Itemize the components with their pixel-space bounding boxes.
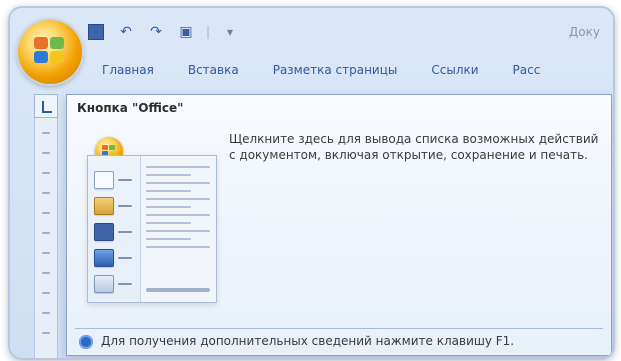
tooltip-footer-text: Для получения дополнительных сведений на… — [101, 334, 515, 348]
preview-line — [146, 182, 210, 184]
preview-line — [146, 230, 210, 232]
preview-line — [146, 222, 191, 224]
preview-line — [146, 206, 191, 208]
preview-item-label — [118, 179, 132, 181]
ruler-tick — [42, 172, 50, 174]
tab-references[interactable]: Ссылки — [431, 63, 478, 77]
preview-item-save-as — [94, 248, 134, 268]
preview-line — [146, 166, 210, 168]
new-icon — [94, 171, 114, 189]
tooltip-divider — [75, 328, 603, 329]
ruler-tick — [42, 192, 50, 194]
save-icon — [94, 223, 114, 241]
preview-line — [146, 190, 191, 192]
office-logo-icon — [34, 37, 66, 67]
preview-line — [146, 214, 210, 216]
ruler-tick — [42, 132, 50, 134]
tab-insert[interactable]: Вставка — [188, 63, 239, 77]
preview-menu-right-column — [146, 166, 210, 254]
ruler-tick — [42, 312, 50, 314]
ribbon-tabs: Главная Вставка Разметка страницы Ссылки… — [102, 58, 613, 82]
preview-line — [146, 174, 191, 176]
preview-menu — [87, 155, 217, 303]
preview-item-label — [118, 257, 132, 259]
open-icon — [94, 197, 114, 215]
tooltip-body: Щелкните здесь для вывода списка возможн… — [229, 132, 599, 162]
ruler-tick — [42, 252, 50, 254]
save-icon[interactable] — [86, 23, 106, 41]
preview-item-label — [118, 205, 132, 207]
tab-mailings[interactable]: Расс — [513, 63, 541, 77]
preview-line — [146, 198, 210, 200]
redo-icon[interactable]: ↷ — [146, 23, 166, 41]
quick-print-icon[interactable]: ▣ — [176, 23, 196, 41]
help-icon — [79, 335, 93, 349]
ruler-tick — [42, 212, 50, 214]
preview-line — [146, 246, 210, 248]
print-icon — [94, 275, 114, 293]
vertical-ruler[interactable] — [34, 118, 58, 358]
preview-item-new — [94, 170, 134, 190]
preview-item-save — [94, 222, 134, 242]
save-as-icon — [94, 249, 114, 267]
tab-home[interactable]: Главная — [102, 63, 154, 77]
preview-line — [146, 238, 191, 240]
ruler-tick — [42, 332, 50, 334]
preview-item-print — [94, 274, 134, 294]
preview-bottom-bar — [146, 288, 210, 292]
office-button-tooltip: Кнопка "Office" Щелкните здесь для вывод… — [66, 94, 612, 356]
ruler-tick — [42, 272, 50, 274]
tooltip-title: Кнопка "Office" — [77, 101, 184, 115]
quick-access-toolbar: ↶ ↷ ▣ | ▾ Доку — [86, 18, 606, 46]
preview-menu-left-column — [88, 156, 141, 302]
word-window: ↶ ↷ ▣ | ▾ Доку Главная Вставка Разметка … — [8, 6, 615, 360]
ruler-corner-icon — [42, 101, 52, 113]
office-button[interactable] — [18, 20, 82, 84]
preview-item-open — [94, 196, 134, 216]
undo-icon[interactable]: ↶ — [116, 23, 136, 41]
ruler-tick — [42, 232, 50, 234]
document-title: Доку — [568, 25, 600, 39]
preview-item-label — [118, 283, 132, 285]
ruler-toggle-button[interactable] — [34, 94, 58, 118]
toolbar-separator: | — [206, 25, 211, 39]
tab-page-layout[interactable]: Разметка страницы — [273, 63, 398, 77]
dropdown-icon[interactable]: ▾ — [220, 23, 240, 41]
ruler-tick — [42, 292, 50, 294]
preview-item-label — [118, 231, 132, 233]
office-menu-preview — [77, 127, 219, 307]
ruler-tick — [42, 152, 50, 154]
